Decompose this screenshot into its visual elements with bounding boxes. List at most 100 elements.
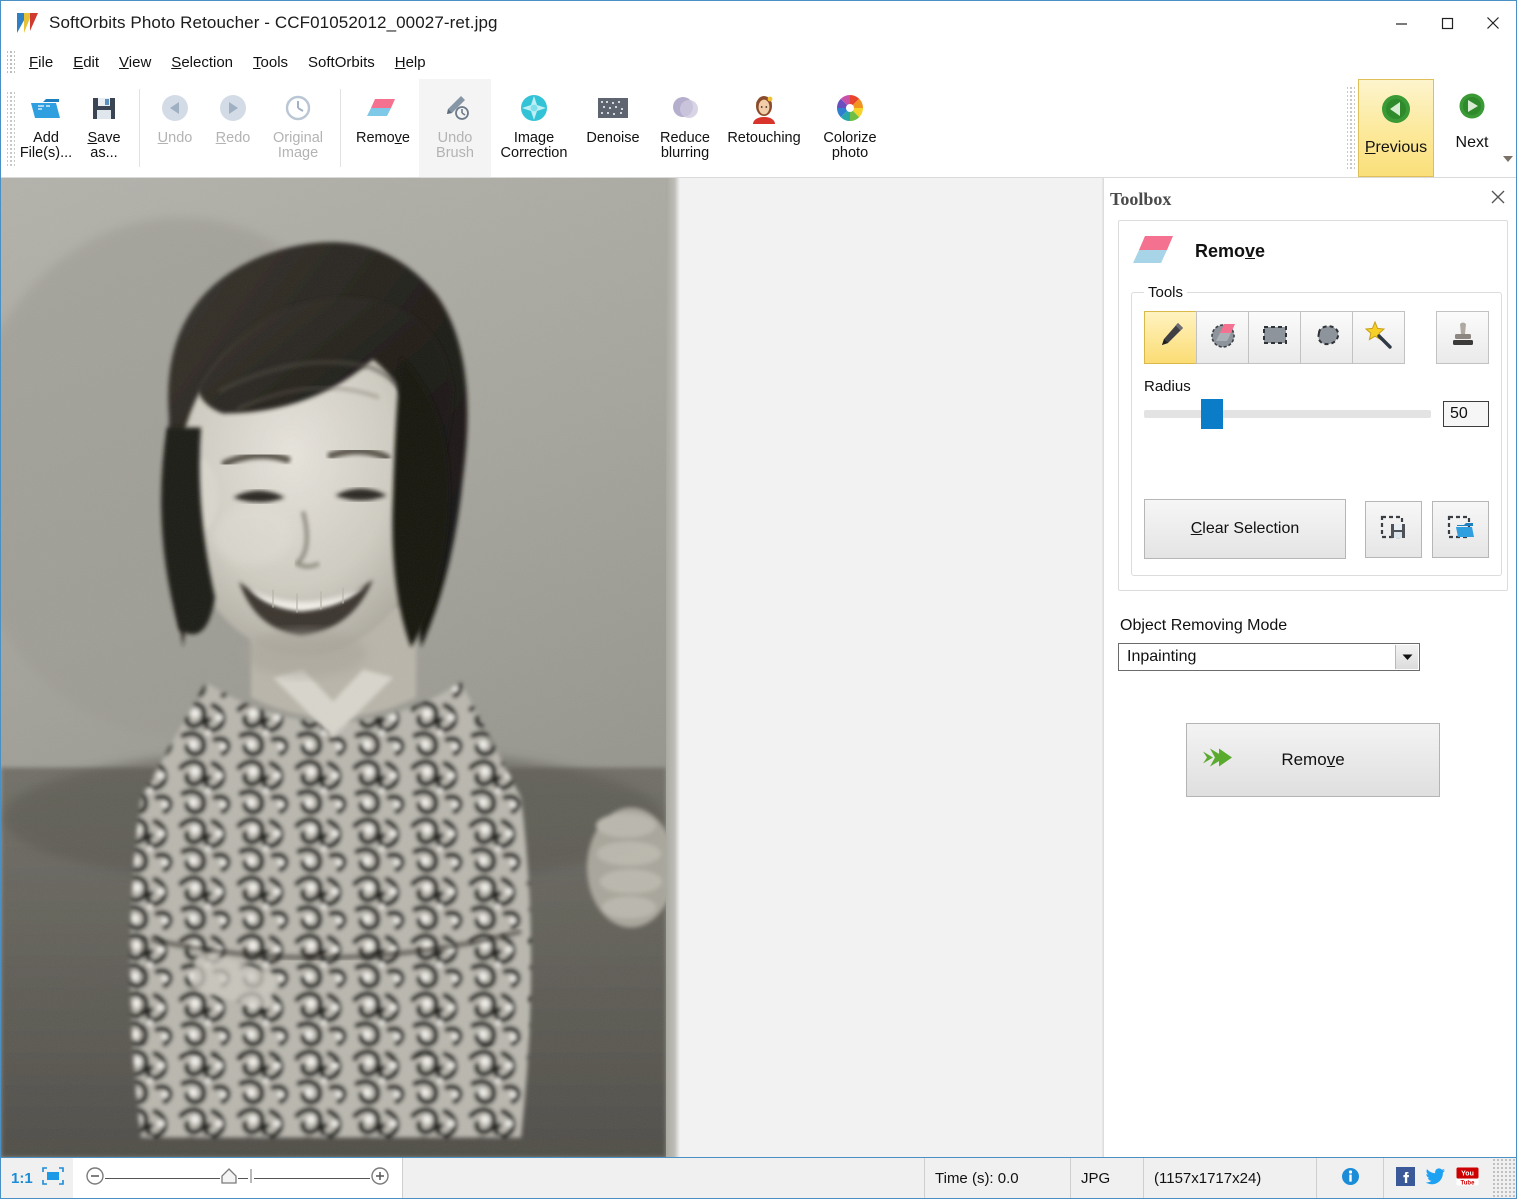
stamp-icon	[1447, 319, 1479, 356]
toolbar-button-label: Colorize photo	[823, 130, 877, 161]
menu-help[interactable]: Help	[385, 50, 436, 75]
clear-selection-button[interactable]: Clear Selection	[1144, 499, 1346, 559]
toolbar-remove-button[interactable]: Remove	[347, 79, 419, 177]
color-wheel-icon	[834, 87, 866, 129]
menu-view[interactable]: View	[109, 50, 161, 75]
file-format-label: JPG	[1071, 1158, 1144, 1198]
previous-image-button[interactable]: Previous	[1358, 79, 1434, 177]
toolbar-grip-handle[interactable]	[7, 90, 15, 166]
menu-edit[interactable]: Edit	[63, 50, 109, 75]
toolbar-button-label: Undo	[157, 130, 193, 146]
youtube-icon[interactable]: You Tube	[1456, 1167, 1479, 1190]
toolbar-button-label: Retouching	[727, 130, 801, 146]
magic-wand-icon	[1363, 319, 1395, 356]
toolbox-title: Toolbox	[1110, 188, 1172, 209]
toolbar-original-image-button[interactable]: Original Image	[262, 79, 334, 177]
toolbar-undo-button[interactable]: Undo	[146, 79, 204, 177]
svg-text:You: You	[1461, 1170, 1474, 1177]
load-selection-button[interactable]	[1432, 500, 1489, 558]
toolbar-undo-brush-button[interactable]: Undo Brush	[419, 79, 491, 177]
window-title: SoftOrbits Photo Retoucher - CCF01052012…	[49, 13, 498, 32]
next-image-button[interactable]: Next	[1434, 79, 1510, 177]
app-logo-icon	[17, 12, 39, 34]
open-folder-icon	[29, 87, 63, 129]
tools-legend: Tools	[1148, 284, 1184, 301]
tool-rectangle-select-button[interactable]	[1248, 311, 1301, 364]
toolbar-button-label: Undo Brush	[436, 130, 474, 161]
radius-label: Radius	[1144, 378, 1191, 395]
save-selection-button[interactable]	[1365, 500, 1422, 558]
remove-action-button[interactable]: Remove	[1186, 723, 1440, 797]
status-message-area	[403, 1158, 925, 1198]
menu-grip-handle[interactable]	[7, 49, 15, 75]
tools-fieldset: Tools Radius 50 C lear Selection	[1131, 284, 1502, 576]
redo-arrow-icon	[217, 87, 249, 129]
tool-stamp-button[interactable]	[1436, 311, 1489, 364]
toolbar-redo-button[interactable]: Redo	[204, 79, 262, 177]
zoom-track-mid	[238, 1177, 249, 1179]
eraser-icon	[365, 87, 401, 129]
save-selection-icon	[1379, 513, 1409, 546]
toolbar-reduce-blurring-button[interactable]: Reduce blurring	[649, 79, 721, 177]
chevron-down-icon[interactable]	[1395, 645, 1418, 669]
selection-button-row: Clear Selection	[1144, 499, 1489, 559]
minimize-button[interactable]	[1378, 1, 1424, 45]
radius-slider-track[interactable]	[1144, 399, 1431, 429]
menu-softorbits[interactable]: SoftOrbits	[298, 50, 385, 75]
photo-right-edge-shadow	[666, 178, 680, 1157]
zoom-ratio-label[interactable]: 1:1	[11, 1170, 33, 1187]
tool-magic-wand-button[interactable]	[1352, 311, 1405, 364]
toolbar-button-label: Redo	[215, 130, 251, 146]
object-removing-mode-select[interactable]: Inpainting	[1118, 643, 1420, 671]
fit-to-window-icon[interactable]	[41, 1166, 65, 1190]
zoom-track-left	[104, 1177, 221, 1179]
twitter-icon[interactable]	[1425, 1167, 1446, 1190]
menu-tools[interactable]: Tools	[243, 50, 298, 75]
menu-file[interactable]: File	[19, 50, 63, 75]
elapsed-time-label: Time (s): 0.0	[925, 1158, 1071, 1198]
navigation-grip-handle[interactable]	[1347, 85, 1355, 171]
toolbar-denoise-button[interactable]: Denoise	[577, 79, 649, 177]
zoom-out-icon[interactable]	[85, 1166, 105, 1190]
zoom-slider[interactable]	[72, 1158, 403, 1198]
object-removing-mode-label: Object Removing Mode	[1120, 617, 1288, 634]
toolbar-colorize-photo-button[interactable]: Colorize photo	[807, 79, 893, 177]
radius-value-input[interactable]: 50	[1443, 401, 1489, 427]
toolbox-panel: Toolbox Remove Tools Radius 50 C lear Se…	[1103, 178, 1516, 1157]
facebook-icon[interactable]	[1396, 1166, 1415, 1190]
radius-slider-handle[interactable]	[1201, 399, 1224, 429]
image-dimensions-label: (1157x1717x24)	[1144, 1158, 1317, 1198]
zoom-track-right	[254, 1177, 370, 1179]
application-window: SoftOrbits Photo Retoucher - CCF01052012…	[0, 0, 1517, 1199]
pencil-brush-icon	[1155, 319, 1187, 356]
navigation-button-group: Previous Next	[1347, 79, 1510, 177]
menu-selection[interactable]: Selection	[161, 50, 243, 75]
photo-preview[interactable]	[1, 178, 666, 1157]
toolbar-button-label: Remove	[355, 130, 410, 146]
tool-lasso-select-button[interactable]	[1300, 311, 1353, 364]
toolbar-button-label: Image Correction	[500, 130, 568, 161]
toolbar-separator	[340, 89, 341, 167]
eraser-icon	[1131, 231, 1179, 272]
zoom-slider-handle[interactable]	[220, 1167, 238, 1189]
close-button[interactable]	[1470, 1, 1516, 45]
zoom-in-icon[interactable]	[370, 1166, 390, 1190]
toolbox-body: Remove Tools Radius 50 C lear Selection …	[1104, 220, 1516, 1157]
next-arrow-icon	[1457, 91, 1487, 126]
image-canvas[interactable]	[1, 178, 1103, 1157]
toolbar-add-files-button[interactable]: Add File(s)...	[17, 79, 75, 177]
tool-eraser-button[interactable]	[1196, 311, 1249, 364]
toolbar-image-correction-button[interactable]: Image Correction	[491, 79, 577, 177]
tool-brush-button[interactable]	[1144, 311, 1197, 364]
toolbox-close-icon[interactable]	[1490, 189, 1506, 210]
maximize-button[interactable]	[1424, 1, 1470, 45]
window-resize-grip[interactable]	[1491, 1158, 1516, 1198]
toolbar-retouching-button[interactable]: Retouching	[721, 79, 807, 177]
tool-button-row	[1144, 311, 1489, 364]
toolbar-button-label: Original Image	[273, 130, 323, 161]
remove-section-header: Remove	[1131, 231, 1495, 272]
status-bar: 1:1 Time (s): 0.0 JPG (1157x1717x24) You…	[1, 1157, 1516, 1198]
menu-bar: File Edit View Selection Tools SoftOrbit…	[1, 45, 1516, 79]
info-button[interactable]	[1317, 1158, 1384, 1198]
toolbar-save-as-button[interactable]: Save as...	[75, 79, 133, 177]
